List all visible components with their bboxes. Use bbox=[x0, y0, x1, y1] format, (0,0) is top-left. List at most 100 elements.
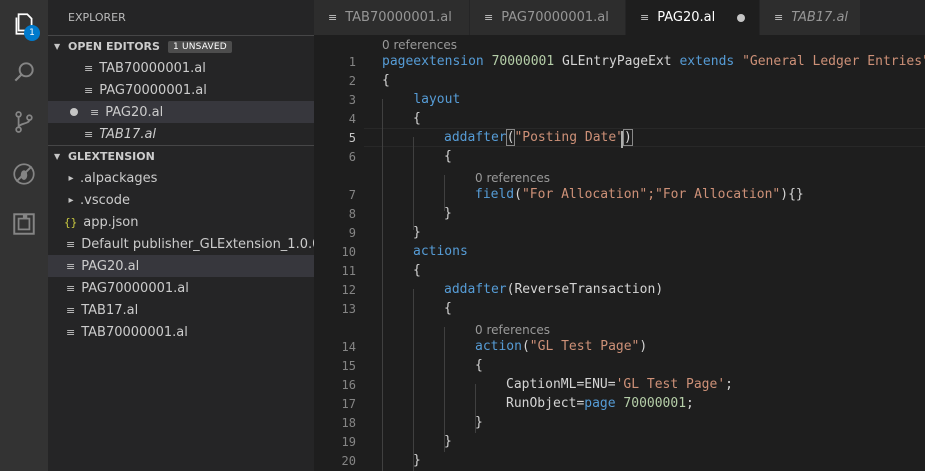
bracket-match: ) bbox=[623, 129, 633, 146]
line-number: 20 bbox=[341, 454, 356, 468]
chevron-down-icon: ▼ bbox=[54, 152, 61, 161]
tab-tab17[interactable]: ≡ TAB17.al bbox=[760, 0, 861, 35]
code-line: actions bbox=[413, 244, 468, 259]
file-label: PAG20.al bbox=[105, 104, 164, 120]
code-line: { bbox=[444, 301, 452, 316]
unsaved-dot-icon[interactable] bbox=[737, 13, 746, 22]
tab-pag20[interactable]: ≡ PAG20.al bbox=[626, 0, 760, 35]
code-lens-references[interactable]: 0 references bbox=[475, 323, 550, 337]
file-lines-icon: ≡ bbox=[90, 105, 100, 119]
keyword: field bbox=[475, 187, 515, 202]
indent-guide bbox=[382, 99, 383, 471]
open-editor-item[interactable]: ≡ TAB17.al bbox=[48, 123, 314, 145]
file-lines-icon: ≡ bbox=[328, 11, 338, 24]
file-lines-icon: ≡ bbox=[66, 237, 76, 251]
keyword: action bbox=[475, 339, 522, 354]
file-label: Default publisher_GLExtension_1.0.0.0.n.… bbox=[81, 236, 314, 252]
string-literal: "GL Test Page" bbox=[529, 339, 640, 354]
bracket: ) bbox=[655, 282, 664, 297]
line-number: 15 bbox=[341, 359, 356, 373]
code-editor[interactable]: 0 references 0 references 0 references 1… bbox=[314, 35, 925, 471]
file-lines-icon: ≡ bbox=[66, 325, 76, 339]
tab-tab70000001[interactable]: ≡ TAB70000001.al bbox=[314, 0, 470, 35]
extensions-activity-button[interactable] bbox=[0, 200, 48, 248]
property: CaptionML bbox=[506, 377, 577, 392]
line-number: 19 bbox=[341, 435, 356, 449]
tab-label: TAB17.al bbox=[791, 10, 849, 25]
keyword: page bbox=[584, 396, 616, 411]
bracket: ) bbox=[780, 187, 789, 202]
file-item[interactable]: ≡ TAB17.al bbox=[48, 299, 314, 321]
code-line: layout bbox=[382, 92, 460, 107]
line-number: 12 bbox=[341, 283, 356, 297]
tab-pag70000001[interactable]: ≡ PAG70000001.al bbox=[470, 0, 626, 35]
code-line: { bbox=[413, 111, 421, 126]
file-item[interactable]: {} app.json bbox=[48, 211, 314, 233]
identifier: ReverseTransaction bbox=[514, 282, 656, 297]
unsaved-dot-icon[interactable] bbox=[70, 108, 78, 116]
file-label: TAB17.al bbox=[81, 302, 139, 318]
open-editor-item[interactable]: ≡ PAG70000001.al bbox=[48, 79, 314, 101]
explorer-activity-button[interactable]: 1 bbox=[0, 0, 48, 48]
code-line: addafter("Posting Date") bbox=[444, 129, 633, 146]
code-line: CaptionML=ENU='GL Test Page'; bbox=[506, 377, 733, 392]
code-line: } bbox=[444, 206, 452, 221]
operator: = bbox=[607, 377, 616, 392]
keyword: addafter bbox=[444, 130, 507, 145]
code-line: action("GL Test Page") bbox=[475, 339, 647, 354]
code-lens-references[interactable]: 0 references bbox=[382, 38, 457, 52]
keyword: extends bbox=[679, 54, 735, 69]
sidebar-title: EXPLORER bbox=[68, 11, 126, 24]
project-header[interactable]: ▼ GLEXTENSION bbox=[48, 145, 314, 167]
search-activity-button[interactable] bbox=[0, 48, 48, 96]
keyword: actions bbox=[413, 244, 468, 259]
code-lens-references[interactable]: 0 references bbox=[475, 171, 550, 185]
number-literal: 70000001 bbox=[615, 396, 687, 411]
open-editors-header[interactable]: ▼ OPEN EDITORS 1 UNSAVED bbox=[48, 35, 314, 57]
open-editor-item-active[interactable]: ≡ PAG20.al bbox=[48, 101, 314, 123]
chevron-right-icon: ▸ bbox=[68, 194, 74, 206]
line-number: 17 bbox=[341, 397, 356, 411]
open-editor-item[interactable]: ≡ TAB70000001.al bbox=[48, 57, 314, 79]
file-lines-icon: ≡ bbox=[66, 281, 76, 295]
indent-guide bbox=[413, 289, 414, 471]
bracket: ( bbox=[514, 187, 522, 202]
source-control-icon bbox=[15, 111, 33, 133]
string-literal: "For Allocation";"For Allocation" bbox=[521, 187, 781, 202]
line-number: 11 bbox=[341, 264, 356, 278]
text-cursor bbox=[621, 131, 623, 148]
file-item-selected[interactable]: ≡ PAG20.al bbox=[48, 255, 314, 277]
open-editors-title: OPEN EDITORS bbox=[68, 40, 160, 53]
source-control-activity-button[interactable] bbox=[0, 98, 48, 146]
debug-activity-button[interactable] bbox=[0, 150, 48, 198]
braces: {} bbox=[788, 187, 804, 202]
file-label: PAG70000001.al bbox=[81, 280, 189, 296]
file-label: PAG70000001.al bbox=[99, 82, 207, 98]
file-item[interactable]: ≡ Default publisher_GLExtension_1.0.0.0.… bbox=[48, 233, 314, 255]
tab-label: PAG20.al bbox=[657, 10, 716, 25]
line-number: 8 bbox=[348, 207, 356, 221]
line-number: 10 bbox=[341, 245, 356, 259]
folder-label: .alpackages bbox=[80, 170, 158, 186]
punctuation: ; bbox=[686, 396, 694, 411]
line-number: 9 bbox=[348, 226, 356, 240]
chevron-down-icon: ▼ bbox=[54, 42, 61, 51]
folder-item[interactable]: ▸ .vscode bbox=[48, 189, 314, 211]
json-icon: {} bbox=[64, 215, 78, 229]
file-lines-icon: ≡ bbox=[84, 61, 94, 75]
keyword: layout bbox=[413, 92, 461, 107]
tab-label: PAG70000001.al bbox=[501, 10, 609, 25]
string-literal: 'GL Test Page' bbox=[615, 377, 726, 392]
line-number: 6 bbox=[348, 150, 356, 164]
file-lines-icon: ≡ bbox=[84, 127, 94, 141]
number-literal: 70000001 bbox=[491, 54, 555, 69]
code-line: { bbox=[475, 358, 483, 373]
file-lines-icon: ≡ bbox=[66, 303, 76, 317]
file-item[interactable]: ≡ PAG70000001.al bbox=[48, 277, 314, 299]
bracket: ) bbox=[639, 339, 648, 354]
folder-item[interactable]: ▸ .alpackages bbox=[48, 167, 314, 189]
line-number: 13 bbox=[341, 302, 356, 316]
file-item[interactable]: ≡ TAB70000001.al bbox=[48, 321, 314, 343]
bracket: ( bbox=[521, 339, 530, 354]
folder-label: .vscode bbox=[80, 192, 130, 208]
